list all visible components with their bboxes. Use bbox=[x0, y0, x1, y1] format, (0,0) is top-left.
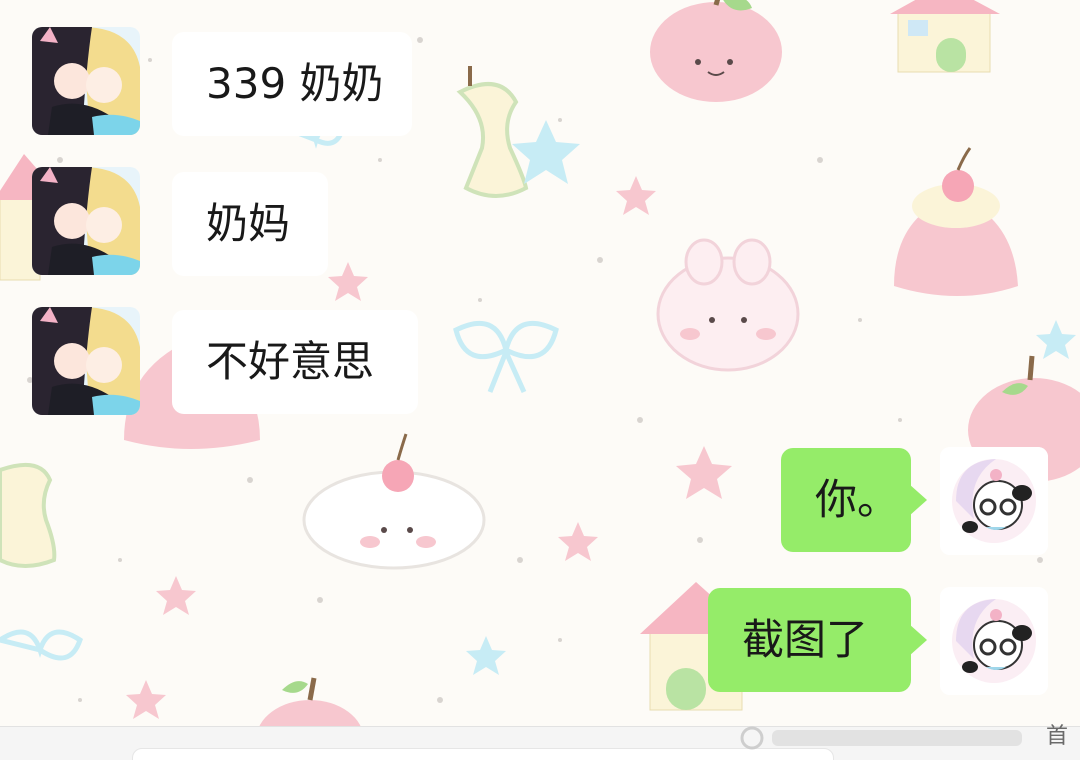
contact-avatar[interactable] bbox=[32, 167, 140, 275]
message-bubble[interactable]: 不好意思 bbox=[172, 310, 418, 414]
message-bubble[interactable]: 339 奶奶 bbox=[172, 32, 412, 136]
message-text: 不好意思 bbox=[206, 337, 375, 386]
message-text: 339 奶奶 bbox=[206, 59, 384, 108]
self-avatar[interactable] bbox=[940, 447, 1048, 555]
chat-screen: 339 奶奶 奶妈 不好意思 你。 截图了 首 bbox=[0, 0, 1080, 760]
self-avatar[interactable] bbox=[940, 587, 1048, 695]
message-bubble[interactable]: 你。 bbox=[781, 448, 927, 552]
message-bubble[interactable]: 奶妈 bbox=[172, 172, 328, 276]
watermark-logo bbox=[740, 726, 1022, 750]
message-bubble[interactable]: 截图了 bbox=[708, 588, 927, 692]
anime-couple-avatar-icon bbox=[32, 307, 140, 415]
anime-couple-avatar-icon bbox=[32, 27, 140, 135]
message-text: 截图了 bbox=[742, 615, 869, 664]
watermark-text: 首 bbox=[1046, 724, 1069, 749]
panda-girl-avatar-icon bbox=[940, 447, 1048, 555]
message-input[interactable] bbox=[132, 748, 834, 760]
message-text: 你。 bbox=[815, 475, 900, 524]
contact-avatar[interactable] bbox=[32, 307, 140, 415]
message-text: 奶妈 bbox=[206, 199, 291, 248]
apple-doodle bbox=[650, 0, 782, 102]
house-doodle bbox=[890, 0, 1000, 73]
pudding-doodle bbox=[894, 147, 1018, 296]
apple-core-doodle-left bbox=[0, 462, 57, 568]
panda-girl-avatar-icon bbox=[940, 587, 1048, 695]
anime-couple-avatar-icon bbox=[32, 167, 140, 275]
bunny-doodle bbox=[656, 238, 800, 372]
cloud-doodle bbox=[302, 433, 486, 570]
apple-core-doodle bbox=[456, 66, 529, 198]
contact-avatar[interactable] bbox=[32, 27, 140, 135]
